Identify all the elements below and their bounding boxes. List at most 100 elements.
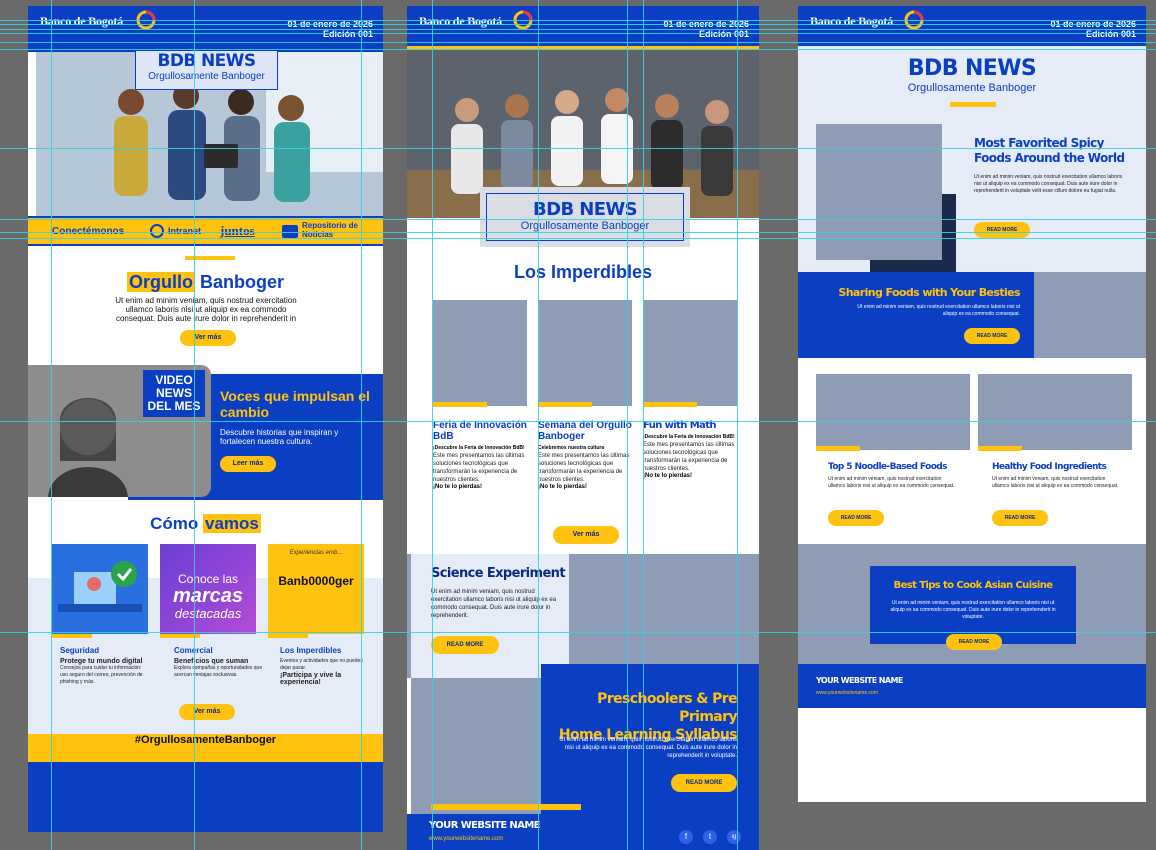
facebook-icon[interactable]: f (679, 830, 693, 844)
asian-body: Ut enim ad minim veniam, quis nostrud ex… (890, 600, 1056, 620)
guide-line-horizontal (0, 42, 1156, 43)
card-body: Este mes presentamos las últimas solucio… (538, 453, 630, 483)
instagram-icon[interactable]: ig (727, 830, 741, 844)
footer-site-name: YOUR WEBSITE NAME (816, 676, 903, 685)
ingredients-read-button[interactable]: READ MORE (992, 510, 1048, 526)
newsletter-col1: Banco de Bogotá 01 de enero de 2026 Edici… (28, 6, 383, 832)
card-lead: ¡Descubre la Feria de Innovación BdB! (433, 445, 525, 451)
card-title: Top 5 Noodle-Based Foods (828, 462, 947, 472)
science-read-button[interactable]: READ MORE (431, 636, 499, 654)
guide-line-horizontal (0, 148, 1156, 149)
tile-image-banboger: Experiencias emb... Banb0000ger (268, 544, 364, 634)
tile-body: Consejos para cuidar tu información: uso… (60, 665, 143, 685)
brand-name: Banco de Bogotá (40, 14, 124, 28)
card-body: Este mes presentamos las últimas solucio… (643, 442, 735, 472)
footer-url[interactable]: www.yourwebsitename.com (816, 690, 878, 696)
guide-line-vertical (643, 0, 644, 850)
guide-line-horizontal (0, 421, 1156, 422)
guide-line-horizontal (0, 232, 1156, 233)
orgullo-more-button[interactable]: Ver más (180, 330, 236, 346)
news-subtitle: Orgullosamente Banboger (520, 220, 650, 232)
asian-title: Best Tips to Cook Asian Cuisine (893, 580, 1053, 591)
news-subtitle: Orgullosamente Banboger (148, 71, 265, 82)
imperdible-card-3[interactable]: Fun with Math ¡Descubre la Feria de Inno… (643, 420, 743, 479)
spicy-title: Most Favorited Spicy Foods Around the Wo… (974, 136, 1125, 165)
twitter-icon[interactable]: t (703, 830, 717, 844)
video-body: Descubre historias que inspiran y fortal… (220, 428, 339, 446)
orgullo-heading: Orgullo Banboger (126, 272, 285, 292)
tile-body: Explora campañas y oportunidades que ace… (174, 665, 263, 678)
header-bar: Banco de Bogotá 01 de enero de 2026 Edici… (798, 6, 1146, 46)
tile-comercial[interactable]: Comercial Beneficios que suman Explora c… (174, 646, 264, 679)
tile-body: Eventos y actividades que no puedes deja… (280, 658, 363, 671)
footer-band (798, 664, 1146, 708)
guide-line-vertical (194, 0, 195, 850)
tiles-more-button[interactable]: Ver más (179, 704, 235, 720)
imperdibles-more-button[interactable]: Ver más (553, 526, 619, 544)
preschool-body: Ut enim ad minim veniam, quis nostrud ex… (559, 737, 737, 759)
science-title: Science Experiment (431, 566, 566, 581)
tile-title: Comercial (174, 646, 264, 655)
asian-read-button[interactable]: READ MORE (946, 634, 1002, 650)
orgullo-body: Ut enim ad minim veniam, quis nostrud ex… (115, 296, 297, 323)
tile-sub: Protege tu mundo digital (60, 658, 143, 665)
preschool-read-button[interactable]: READ MORE (671, 774, 737, 792)
noodle-card[interactable]: Top 5 Noodle-Based Foods Ut enim ad mini… (828, 462, 958, 490)
nav-strip: Conectémonos Intranet juntos Repositorio… (28, 216, 383, 246)
tile-sub: Beneficios que suman (174, 658, 249, 665)
noodle-read-button[interactable]: READ MORE (828, 510, 884, 526)
science-body: Ut enim ad minim veniam, quis nostrud ex… (431, 589, 557, 619)
sharing-body: Ut enim ad minim veniam, quis nostrud ex… (857, 304, 1020, 317)
card-lead: ¡Descubre la Feria de Innovación BdB! (643, 434, 735, 440)
tile-title: Seguridad (60, 646, 100, 655)
sharing-read-button[interactable]: READ MORE (964, 328, 1020, 344)
guide-line-horizontal (0, 49, 1156, 50)
news-title-box: BDB NEWS Orgullosamente Banboger (135, 50, 278, 90)
guide-line-vertical (361, 0, 362, 850)
nav-repositorio[interactable]: Repositorio de Noticias (302, 221, 376, 239)
card-cta: ¡No te lo pierdas! (643, 473, 693, 479)
newsletter-col3: Banco de Bogotá 01 de enero de 2026 Edici… (798, 6, 1146, 802)
card-lead: Celebremos nuestra cultura (538, 445, 605, 451)
video-badge: VIDEO NEWS DEL MES (143, 370, 205, 417)
spicy-body: Ut enim ad minim veniam, quis nostrud ex… (974, 174, 1123, 194)
preschool-image (411, 678, 541, 814)
tile-imperdibles[interactable]: Los Imperdibles Eventos y actividades qu… (280, 646, 370, 686)
imperdible-card-2[interactable]: Semana del Orgullo Banboger Celebremos n… (538, 420, 638, 490)
tile-image-seguridad (52, 544, 148, 634)
imperdible-card-1[interactable]: Feria de Innovación BdB ¡Descubre la Fer… (433, 420, 533, 490)
ingredients-image (978, 374, 1132, 450)
card-image-2 (538, 300, 632, 406)
guide-line-horizontal (0, 632, 1156, 633)
card-cta: ¡No te lo pierdas! (433, 484, 483, 490)
card-title: Feria de Innovación BdB (433, 420, 527, 442)
user-circle-icon (150, 224, 164, 238)
footer-site-name: YOUR WEBSITE NAME (429, 820, 541, 831)
spicy-read-button[interactable]: READ MORE (974, 222, 1030, 238)
news-title: BDB NEWS (532, 199, 638, 220)
guide-line-vertical (627, 0, 628, 850)
hashtag-bar: #OrgullosamenteBanboger (28, 734, 383, 762)
guide-line-vertical (737, 0, 738, 850)
guide-line-horizontal (0, 238, 1156, 239)
spicy-image (816, 124, 942, 260)
card-body: Este mes presentamos las últimas solucio… (433, 453, 525, 483)
guide-line-horizontal (0, 33, 1156, 34)
video-read-button[interactable]: Leer más (220, 456, 276, 472)
nav-juntos[interactable]: juntos (220, 223, 255, 239)
news-title: BDB NEWS (157, 51, 257, 71)
news-title-block: BDB NEWS Orgullosamente Banboger (798, 56, 1146, 94)
guide-line-vertical (51, 0, 52, 850)
ingredients-card[interactable]: Healthy Food Ingredients Ut enim ad mini… (992, 462, 1122, 490)
card-title: Healthy Food Ingredients (992, 462, 1107, 472)
footer-url[interactable]: www.yourwebsitename.com (429, 836, 503, 842)
news-title: BDB NEWS (907, 56, 1037, 81)
guide-line-vertical (538, 0, 539, 850)
guide-line-vertical (432, 0, 433, 850)
tile-seguridad[interactable]: Seguridad Protege tu mundo digital Conse… (60, 646, 150, 686)
nav-intranet[interactable]: Intranet (168, 226, 201, 236)
noodle-image (816, 374, 970, 450)
tile-sub: ¡Participa y vive la experiencia! (280, 672, 342, 686)
como-heading: Cómo vamos (150, 514, 261, 533)
brand-name: Banco de Bogotá (810, 14, 894, 28)
